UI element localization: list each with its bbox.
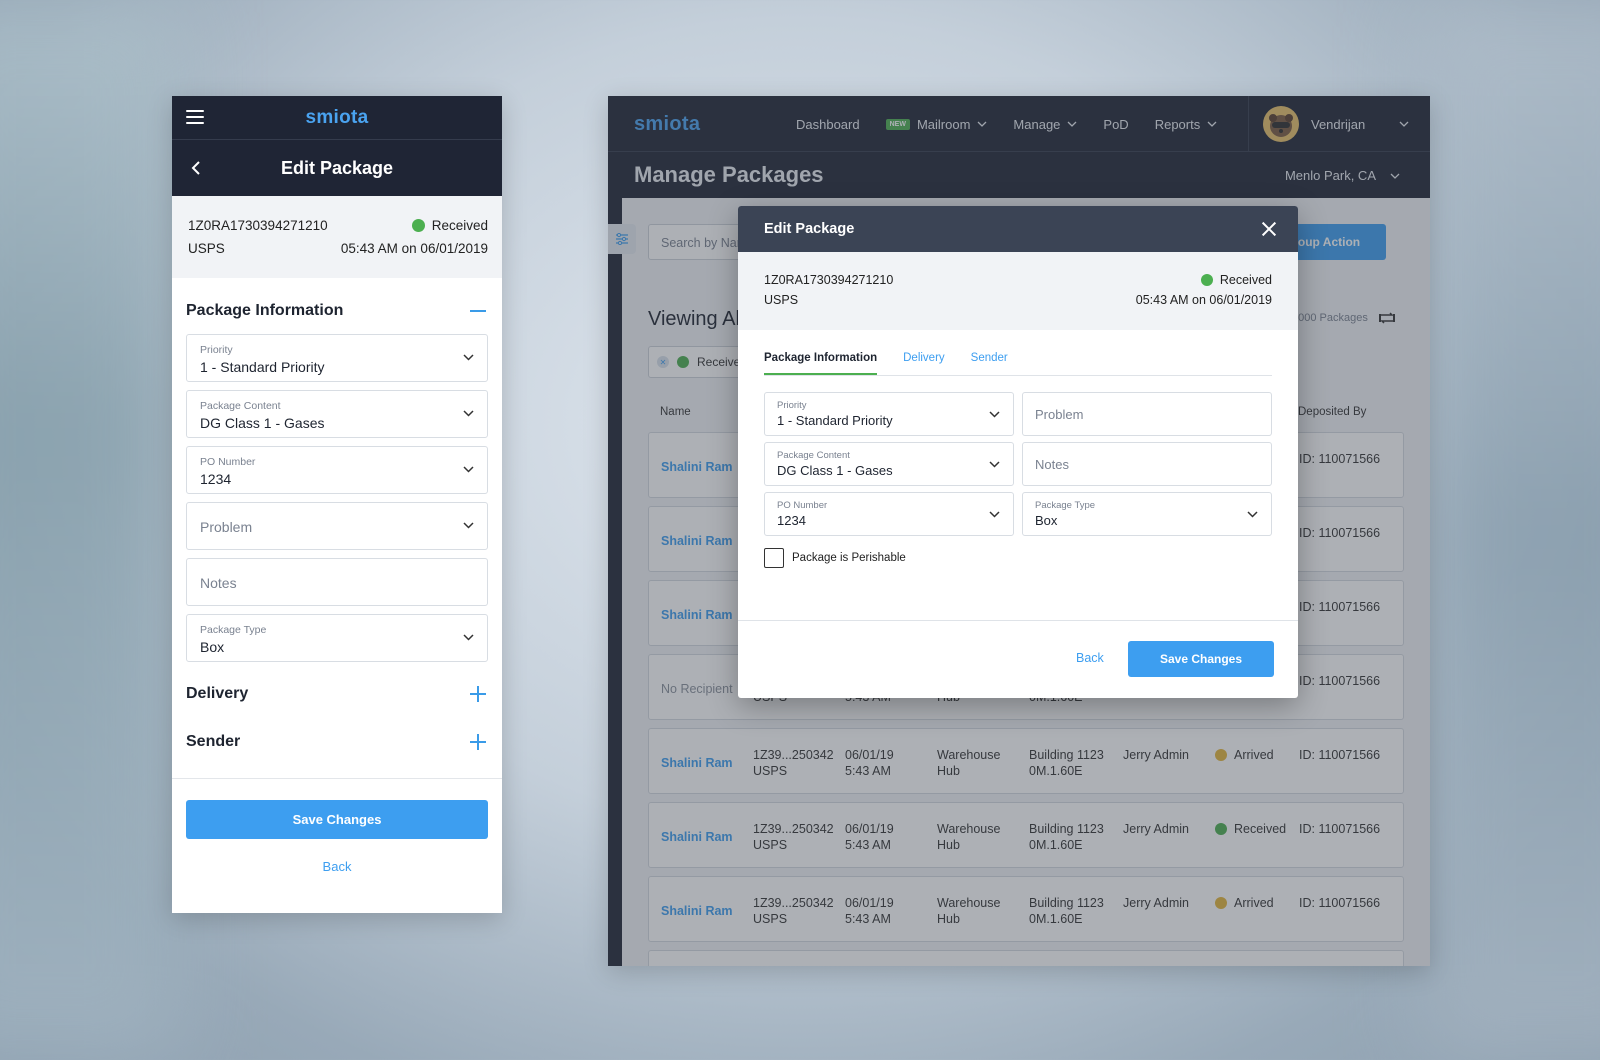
field-label: Package Content	[777, 450, 850, 461]
collapse-minus-icon[interactable]	[470, 310, 486, 312]
section-title: Package Information	[186, 302, 344, 319]
chevron-down-icon	[463, 466, 474, 473]
package-content-select[interactable]: Package Content DG Class 1 - Gases	[764, 442, 1014, 486]
chevron-down-icon	[463, 410, 474, 417]
field-label: Priority	[777, 400, 807, 411]
field-label: PO Number	[777, 500, 828, 511]
priority-select[interactable]: Priority 1 - Standard Priority	[764, 392, 1014, 436]
back-link[interactable]: Back	[172, 859, 502, 874]
field-placeholder: Problem	[200, 519, 253, 535]
field-value: 1 - Standard Priority	[777, 413, 893, 428]
save-changes-button[interactable]: Save Changes	[1128, 641, 1274, 677]
hamburger-menu-icon[interactable]	[186, 110, 204, 124]
close-icon[interactable]	[1262, 222, 1276, 236]
notes-field[interactable]: Notes	[1022, 442, 1272, 486]
perishable-checkbox-row: Package is Perishable	[764, 548, 906, 568]
chevron-down-icon	[1247, 511, 1258, 518]
back-link[interactable]: Back	[1076, 651, 1104, 665]
package-summary: 1Z0RA1730394271210 Received USPS 05:43 A…	[738, 252, 1298, 330]
divider	[172, 778, 502, 779]
expand-plus-icon[interactable]	[470, 734, 486, 750]
field-value: 1234	[200, 471, 232, 487]
field-value: Box	[1035, 513, 1058, 528]
smiota-logo: smiota	[305, 106, 369, 128]
mobile-titlebar: Edit Package	[172, 140, 502, 196]
timestamp: 05:43 AM on 06/01/2019	[1135, 293, 1272, 307]
status-label: Received	[431, 218, 488, 233]
chevron-down-icon	[463, 634, 474, 641]
field-value: DG Class 1 - Gases	[200, 415, 325, 431]
save-changes-button[interactable]: Save Changes	[186, 800, 488, 839]
field-label: Package Type	[200, 624, 267, 636]
po-number-select[interactable]: PO Number 1234	[186, 446, 488, 494]
chevron-down-icon	[463, 522, 474, 529]
package-content-select[interactable]: Package Content DG Class 1 - Gases	[186, 390, 488, 438]
package-information-header[interactable]: Package Information	[172, 278, 502, 334]
package-type-select[interactable]: Package Type Box	[1022, 492, 1272, 536]
field-value: DG Class 1 - Gases	[777, 463, 893, 478]
tracking-number: 1Z0RA1730394271210	[188, 218, 328, 233]
background-blur-left	[0, 0, 180, 1060]
field-value: 1234	[777, 513, 806, 528]
mobile-topbar: smiota	[172, 96, 502, 140]
checkbox-label: Package is Perishable	[792, 552, 906, 564]
field-placeholder: Problem	[1035, 407, 1084, 422]
modal-title: Edit Package	[764, 221, 855, 237]
perishable-checkbox[interactable]	[764, 548, 784, 568]
status-dot-icon	[411, 219, 425, 232]
tab-package-information[interactable]: Package Information	[764, 352, 878, 375]
edit-package-modal: Edit Package 1Z0RA1730394271210 Received…	[738, 206, 1298, 698]
chevron-down-icon	[989, 461, 1000, 468]
page-title: Edit Package	[280, 157, 394, 178]
timestamp: 05:43 AM on 06/01/2019	[340, 241, 488, 256]
carrier: USPS	[764, 293, 799, 307]
field-label: Package Content	[200, 400, 281, 412]
status-badge: Received	[1200, 273, 1272, 287]
background-blur-right	[1420, 0, 1600, 1060]
chevron-down-icon	[989, 511, 1000, 518]
field-label: PO Number	[200, 456, 256, 468]
field-placeholder: Notes	[1035, 457, 1069, 472]
desktop-screen: smiota Dashboard NEW Mailroom Manage PoD…	[608, 96, 1430, 966]
field-placeholder: Notes	[200, 575, 237, 591]
field-value: 1 - Standard Priority	[200, 359, 325, 375]
field-label: Priority	[200, 344, 233, 356]
modal-header: Edit Package	[738, 206, 1298, 252]
sender-section-header[interactable]: Sender	[172, 718, 502, 766]
tab-delivery[interactable]: Delivery	[903, 352, 945, 375]
problem-select[interactable]: Problem	[186, 502, 488, 550]
field-label: Package Type	[1035, 500, 1096, 511]
status-label: Received	[1219, 273, 1272, 287]
modal-tabs: Package Information Delivery Sender	[764, 352, 1272, 376]
priority-select[interactable]: Priority 1 - Standard Priority	[186, 334, 488, 382]
modal-footer: Back Save Changes	[738, 620, 1298, 698]
section-title: Delivery	[186, 685, 249, 702]
tab-sender[interactable]: Sender	[971, 352, 1008, 375]
mobile-screen: smiota Edit Package 1Z0RA1730394271210 R…	[172, 96, 502, 913]
delivery-section-header[interactable]: Delivery	[172, 670, 502, 718]
chevron-down-icon	[463, 354, 474, 361]
tracking-number: 1Z0RA1730394271210	[764, 273, 894, 287]
package-type-select[interactable]: Package Type Box	[186, 614, 488, 662]
po-number-select[interactable]: PO Number 1234	[764, 492, 1014, 536]
field-value: Box	[200, 639, 225, 655]
expand-plus-icon[interactable]	[470, 686, 486, 702]
status-badge: Received	[411, 218, 488, 233]
problem-field[interactable]: Problem	[1022, 392, 1272, 436]
package-summary: 1Z0RA1730394271210 Received USPS 05:43 A…	[172, 196, 502, 278]
section-title: Sender	[186, 733, 241, 750]
status-dot-icon	[1200, 274, 1213, 286]
back-chevron-icon[interactable]	[190, 160, 202, 176]
notes-field[interactable]: Notes	[186, 558, 488, 606]
chevron-down-icon	[989, 411, 1000, 418]
carrier: USPS	[188, 241, 225, 256]
